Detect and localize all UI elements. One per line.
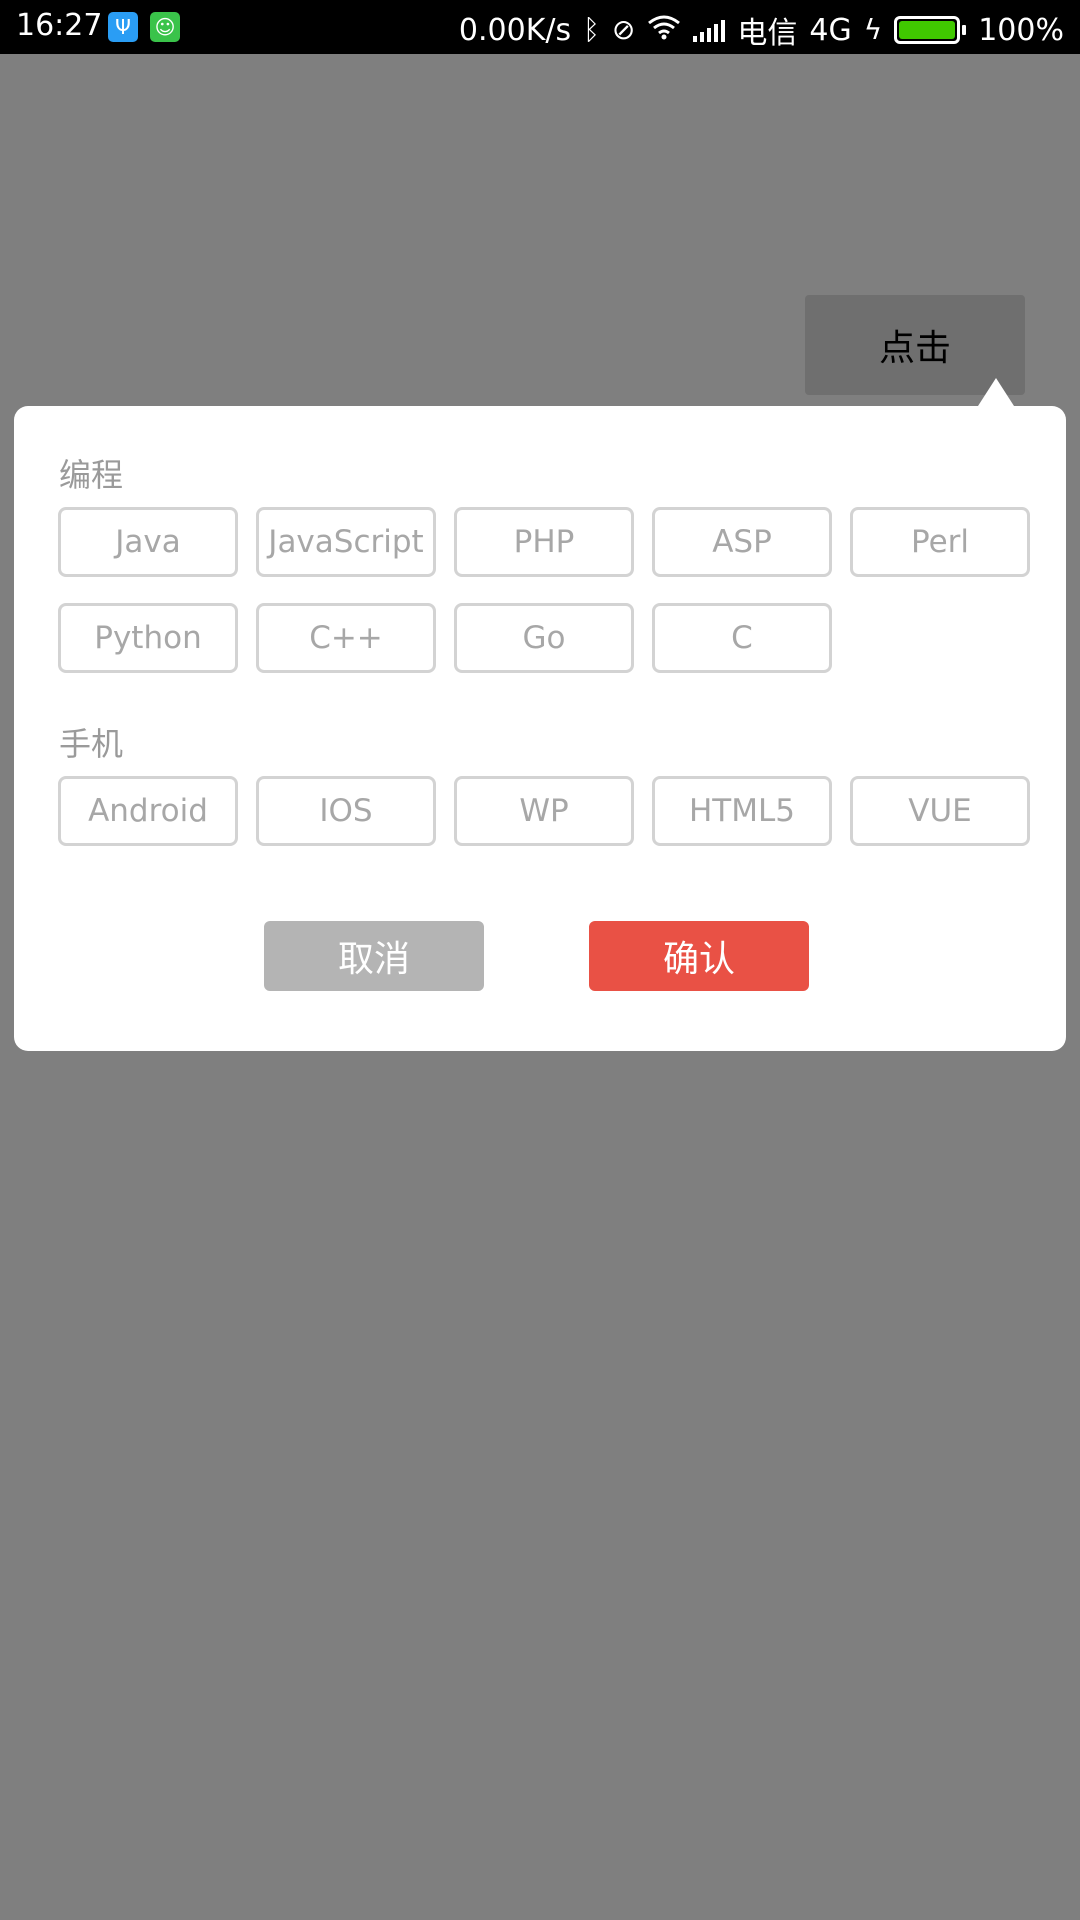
bluetooth-icon: ᛒ: [583, 13, 600, 46]
tag-java[interactable]: Java: [58, 507, 238, 577]
tag-android[interactable]: Android: [58, 776, 238, 846]
tag-html5[interactable]: HTML5: [652, 776, 832, 846]
battery-icon: [894, 16, 967, 44]
section-title-mobile: 手机: [59, 725, 124, 763]
network-type: 4G: [809, 12, 852, 48]
tag-ios[interactable]: IOS: [256, 776, 436, 846]
tag-wp[interactable]: WP: [454, 776, 634, 846]
cancel-button[interactable]: 取消: [264, 921, 484, 991]
tag-php[interactable]: PHP: [454, 507, 634, 577]
tag-c[interactable]: C: [652, 603, 832, 673]
wifi-icon: [647, 13, 681, 48]
tag-python[interactable]: Python: [58, 603, 238, 673]
charging-icon: ϟ: [863, 13, 883, 46]
robot-icon: ☺: [150, 12, 180, 42]
popover-arrow: [978, 378, 1014, 406]
vibrate-off-icon: ⊘: [611, 13, 636, 46]
carrier-label: 电信: [737, 16, 798, 51]
tag-cpp[interactable]: C++: [256, 603, 436, 673]
tag-picker-popover: 编程 Java JavaScript PHP ASP Perl Python C…: [14, 406, 1066, 1051]
tag-javascript[interactable]: JavaScript: [256, 507, 436, 577]
section-title-programming: 编程: [59, 456, 124, 494]
tag-asp[interactable]: ASP: [652, 507, 832, 577]
tag-vue[interactable]: VUE: [850, 776, 1030, 846]
net-speed: 0.00K/s: [458, 12, 572, 48]
usb-icon: Ψ: [108, 12, 138, 42]
battery-percent: 100%: [978, 12, 1064, 48]
confirm-button[interactable]: 确认: [589, 921, 809, 991]
trigger-label: 点击: [878, 328, 951, 369]
status-right: 0.00K/s ᛒ ⊘ 电信 4G ϟ 100%: [459, 8, 1064, 52]
tag-go[interactable]: Go: [454, 603, 634, 673]
status-time: 16:27: [16, 8, 103, 43]
signal-icon: [693, 18, 726, 42]
tag-perl[interactable]: Perl: [850, 507, 1030, 577]
status-bar: 16:27 Ψ ☺ 0.00K/s ᛒ ⊘ 电信 4G ϟ 100%: [0, 0, 1080, 54]
